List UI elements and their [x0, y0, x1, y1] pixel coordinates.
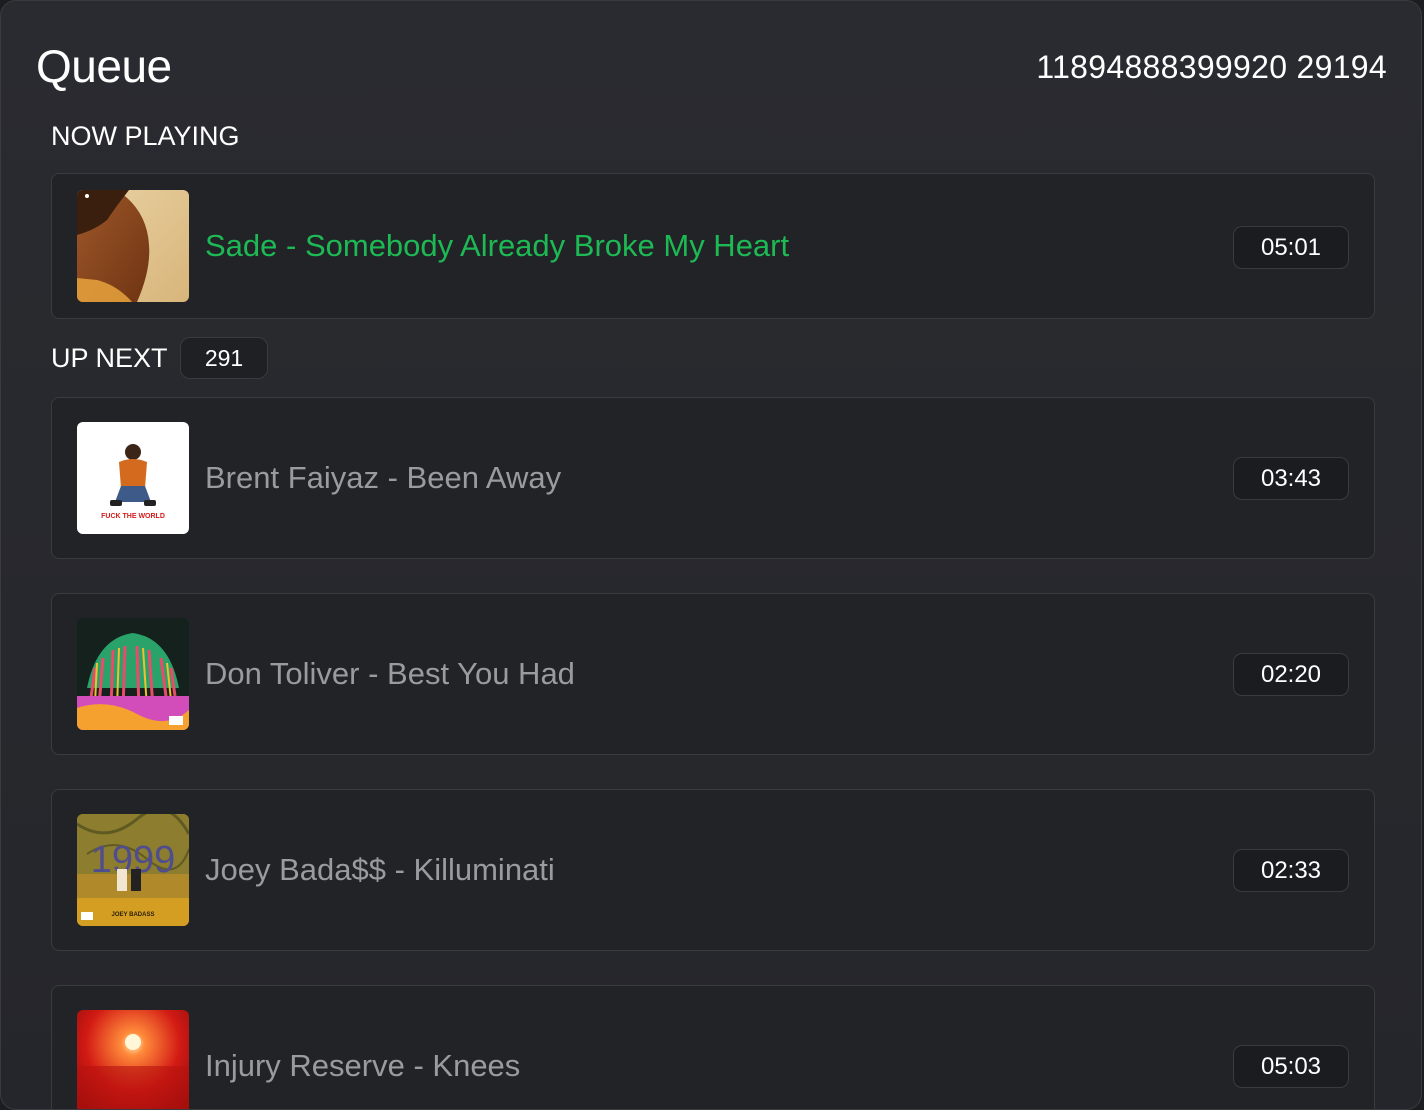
- up-next-count-badge: 291: [180, 337, 268, 379]
- queue-item[interactable]: Don Toliver - Best You Had 02:20: [51, 593, 1375, 755]
- queue-id: 11894888399920 29194: [1036, 49, 1387, 85]
- cover-subtext: JOEY BADASS: [112, 912, 155, 918]
- track-title: Injury Reserve - Knees: [205, 1048, 521, 1083]
- track-title: Don Toliver - Best You Had: [205, 656, 575, 691]
- track-title: Joey Bada$$ - Killuminati: [205, 852, 555, 887]
- album-cover: FUCK THE WORLD: [77, 422, 189, 534]
- duration-badge: 05:01: [1233, 226, 1349, 269]
- now-playing-track[interactable]: Sade - Somebody Already Broke My Heart 0…: [51, 173, 1375, 319]
- track-title: Sade - Somebody Already Broke My Heart: [205, 228, 790, 263]
- duration-badge: 03:43: [1233, 457, 1349, 500]
- queue-item[interactable]: FUCK THE WORLD Brent Faiyaz - Been Away …: [51, 397, 1375, 559]
- cover-text: FUCK THE WORLD: [101, 513, 165, 520]
- up-next-label: UP NEXT: [51, 343, 168, 373]
- duration-badge: 02:20: [1233, 653, 1349, 696]
- album-cover: [77, 190, 189, 302]
- now-playing-label: NOW PLAYING: [51, 121, 240, 151]
- album-cover: 1999 JOEY BADASS: [77, 814, 189, 926]
- album-cover: [77, 1010, 189, 1109]
- duration-badge: 02:33: [1233, 849, 1349, 892]
- duration-badge: 05:03: [1233, 1045, 1349, 1088]
- track-title: Brent Faiyaz - Been Away: [205, 460, 562, 495]
- queue-item[interactable]: 1999 JOEY BADASS Joey Bada$$ - Killumina…: [51, 789, 1375, 951]
- queue-panel: Queue 11894888399920 29194 NOW PLAYING S…: [0, 0, 1422, 1110]
- page-title: Queue: [36, 40, 172, 92]
- queue-item[interactable]: Injury Reserve - Knees 05:03: [51, 985, 1375, 1109]
- album-cover: [77, 618, 189, 730]
